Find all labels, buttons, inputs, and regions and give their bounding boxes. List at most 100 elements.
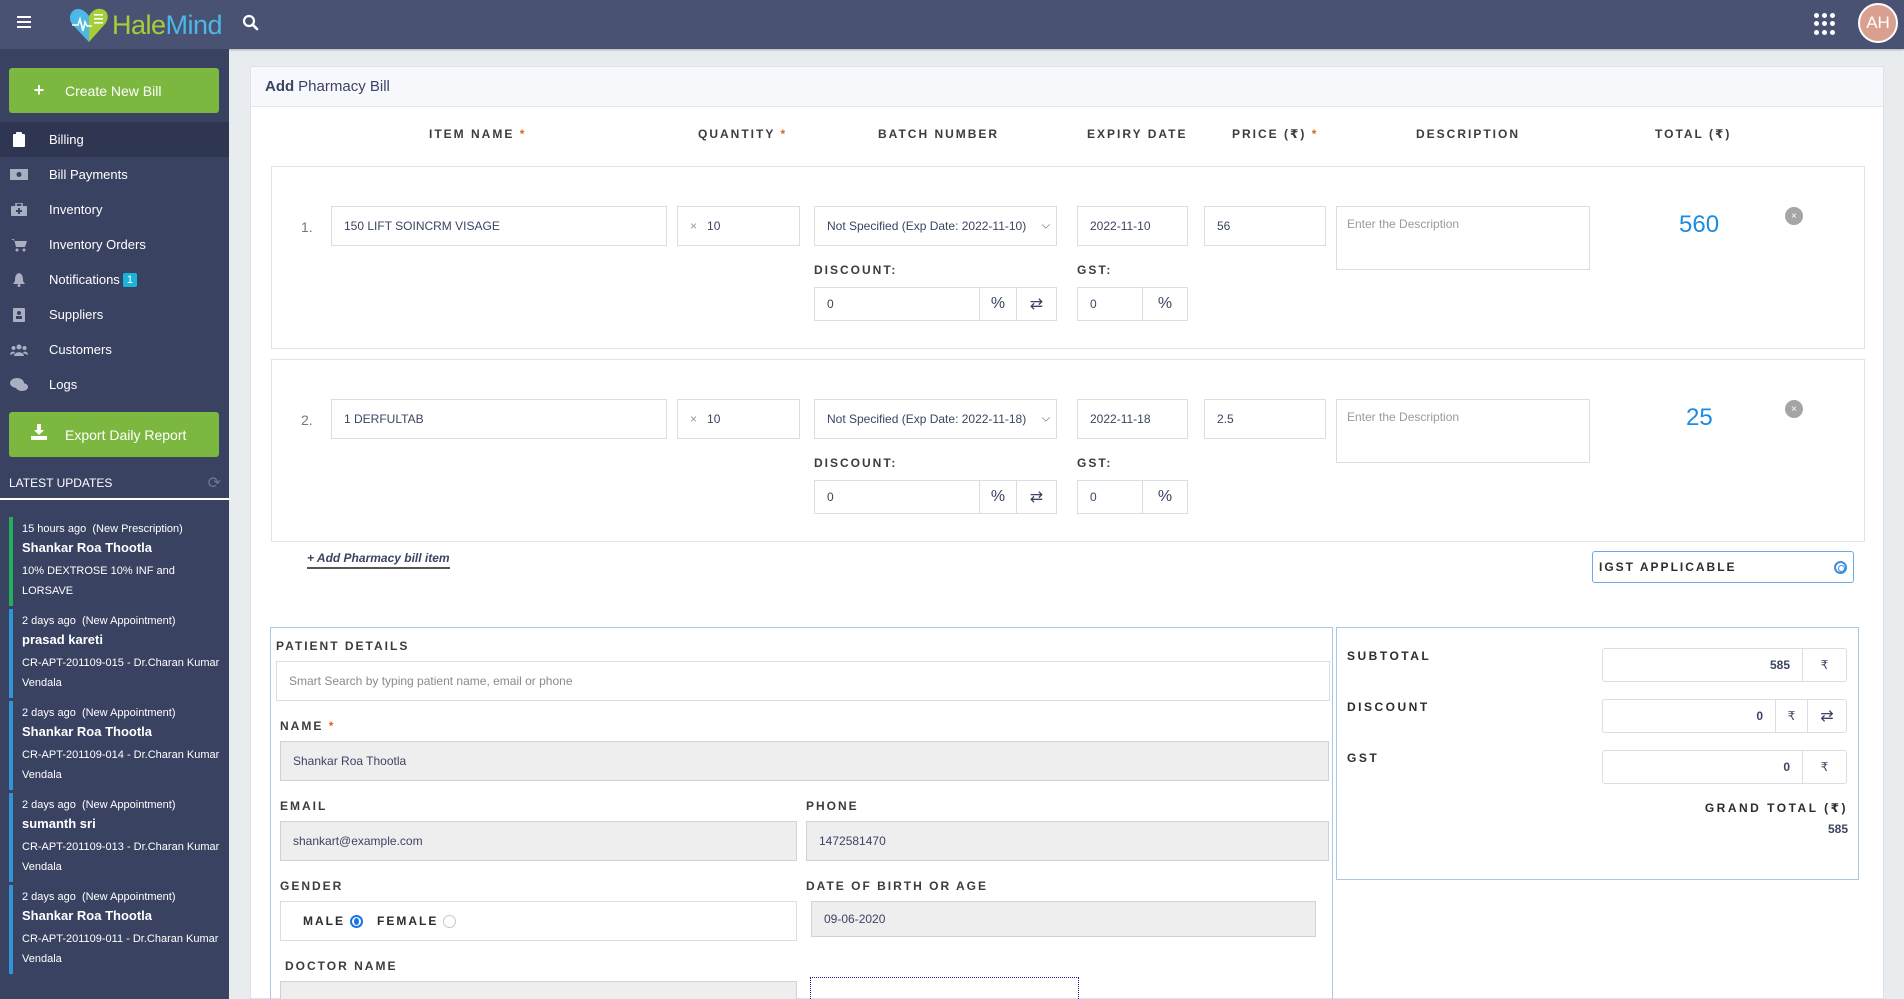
sidebar-item-logs[interactable]: Logs	[0, 367, 229, 402]
swap-icon[interactable]: ⇄	[1016, 480, 1057, 514]
price-input[interactable]: 56	[1204, 206, 1326, 246]
igst-label: IGST APPLICABLE	[1599, 560, 1737, 574]
sidebar-item-inventory[interactable]: Inventory	[0, 192, 229, 227]
swap-icon[interactable]: ⇄	[1016, 287, 1057, 321]
row-number: 2.	[301, 412, 313, 428]
percent-toggle[interactable]: %	[979, 287, 1017, 321]
sidebar-item-notifications[interactable]: Notifications 1	[0, 262, 229, 297]
address-book-icon	[10, 307, 28, 322]
name-label: NAME *	[280, 719, 336, 733]
col-header-total: TOTAL (₹)	[1655, 127, 1732, 141]
email-label: EMAIL	[280, 799, 328, 813]
discount-summary-input[interactable]: 0 ₹ ⇄	[1602, 699, 1847, 733]
update-item[interactable]: 2 days ago (New Appointment) Shankar Roa…	[9, 701, 221, 790]
item-discount-input[interactable]: 0	[814, 287, 980, 321]
sidebar-item-suppliers[interactable]: Suppliers	[0, 297, 229, 332]
logo[interactable]: HaleMind	[68, 4, 223, 46]
price-input[interactable]: 2.5	[1204, 399, 1326, 439]
expiry-date-input[interactable]: 2022-11-10	[1077, 206, 1188, 246]
clipboard-icon	[10, 132, 28, 147]
sidebar: + Create New Bill Billing Bill Payments …	[0, 49, 229, 999]
sidebar-item-label: Inventory Orders	[49, 237, 146, 252]
igst-applicable-toggle[interactable]: IGST APPLICABLE	[1592, 551, 1854, 583]
avatar[interactable]: AH	[1858, 3, 1898, 43]
create-new-bill-button[interactable]: + Create New Bill	[9, 68, 219, 113]
doctor-name-label: DOCTOR NAME	[285, 959, 398, 973]
expiry-date-input[interactable]: 2022-11-18	[1077, 399, 1188, 439]
update-item[interactable]: 2 days ago (New Appointment) sumanth sri…	[9, 793, 221, 882]
update-type: (New Prescription)	[92, 523, 183, 535]
heart-logo-icon	[69, 8, 108, 43]
gender-female-radio[interactable]	[443, 914, 457, 928]
sidebar-item-bill-payments[interactable]: Bill Payments	[0, 157, 229, 192]
percent-toggle[interactable]: %	[979, 480, 1017, 514]
remove-item-button[interactable]: ×	[1785, 400, 1803, 418]
chevron-down-icon: ⌵	[1041, 219, 1050, 232]
download-icon	[29, 424, 49, 445]
col-header-description: DESCRIPTION	[1416, 127, 1521, 141]
update-item[interactable]: 2 days ago (New Appointment) Shankar Roa…	[9, 885, 221, 974]
update-name: sumanth sri	[22, 816, 96, 831]
update-time: 2 days ago	[22, 615, 76, 627]
cart-icon	[10, 238, 28, 252]
email-field[interactable]: shankart@example.com	[280, 821, 797, 861]
hamburger-icon[interactable]	[17, 16, 31, 28]
bill-item-row: 1. 150 LIFT SOINCRM VISAGE × 10 Not Speci…	[271, 166, 1865, 349]
notification-badge: 1	[122, 272, 137, 287]
multiply-icon: ×	[690, 412, 698, 426]
col-header-price: PRICE (₹) *	[1232, 127, 1319, 141]
doctor-name-input[interactable]	[280, 981, 797, 999]
sidebar-item-label: Billing	[49, 132, 84, 147]
gst-percent-addon: %	[1142, 287, 1188, 321]
patient-name-input[interactable]: Shankar Roa Thootla	[280, 741, 1329, 781]
sidebar-nav: Billing Bill Payments Inventory Inventor…	[0, 122, 229, 402]
update-item[interactable]: 15 hours ago (New Prescription) Shankar …	[9, 517, 221, 606]
add-pharmacy-bill-item-link[interactable]: + Add Pharmacy bill item	[307, 551, 450, 569]
sidebar-item-inventory-orders[interactable]: Inventory Orders	[0, 227, 229, 262]
bill-summary-section: SUBTOTAL 585 ₹ DISCOUNT 0 ₹ ⇄ GST 0 ₹ GR…	[1336, 627, 1859, 880]
batch-number-select[interactable]: Not Specified (Exp Date: 2022-11-18) ⌵	[814, 399, 1057, 439]
update-detail: CR-APT-201109-011 - Dr.Charan Kumar Vend…	[22, 933, 219, 965]
description-textarea[interactable]: Enter the Description	[1336, 399, 1590, 463]
sidebar-item-label: Inventory	[49, 202, 103, 217]
dob-input[interactable]: 09-06-2020	[811, 901, 1316, 937]
item-discount-input[interactable]: 0	[814, 480, 980, 514]
grid-icon[interactable]	[1814, 13, 1836, 35]
quantity-input[interactable]: × 10	[677, 399, 800, 439]
remove-item-button[interactable]: ×	[1785, 207, 1803, 225]
refresh-icon[interactable]: ⟳	[208, 473, 221, 493]
item-name-input[interactable]: 1 DERFULTAB	[331, 399, 667, 439]
grand-total-value: 585	[1827, 822, 1848, 836]
batch-number-select[interactable]: Not Specified (Exp Date: 2022-11-10) ⌵	[814, 206, 1057, 246]
update-detail: CR-APT-201109-013 - Dr.Charan Kumar Vend…	[22, 841, 220, 873]
update-item[interactable]: 2 days ago (New Appointment) prasad kare…	[9, 609, 221, 698]
sidebar-item-customers[interactable]: Customers	[0, 332, 229, 367]
export-daily-report-button[interactable]: Export Daily Report	[9, 412, 219, 457]
focused-field[interactable]	[810, 977, 1079, 999]
gender-radio-group: MALE FEMALE	[280, 901, 797, 941]
swap-icon[interactable]: ⇄	[1807, 700, 1846, 732]
logo-text: HaleMind	[112, 9, 223, 40]
patient-search-input[interactable]: Smart Search by typing patient name, ema…	[276, 661, 1330, 701]
gender-male-radio[interactable]	[350, 914, 363, 928]
gender-label: GENDER	[280, 879, 344, 893]
search-icon[interactable]	[242, 14, 260, 32]
top-bar: HaleMind AH	[0, 0, 1904, 49]
quantity-input[interactable]: × 10	[677, 206, 800, 246]
update-time: 15 hours ago	[22, 523, 87, 535]
discount-summary-value: 0	[1756, 709, 1763, 723]
bell-icon	[10, 272, 28, 287]
phone-field[interactable]: 1472581470	[806, 821, 1329, 861]
item-gst-input[interactable]: 0	[1077, 287, 1143, 321]
gst-label: GST:	[1077, 456, 1113, 470]
item-name-input[interactable]: 150 LIFT SOINCRM VISAGE	[331, 206, 667, 246]
update-detail: 10% DEXTROSE 10% INF and LORSAVE	[22, 565, 175, 597]
description-textarea[interactable]: Enter the Description	[1336, 206, 1590, 270]
row-number: 1.	[301, 219, 313, 235]
item-gst-input[interactable]: 0	[1077, 480, 1143, 514]
dob-label: DATE OF BIRTH OR AGE	[806, 879, 988, 893]
sidebar-item-billing[interactable]: Billing	[0, 122, 229, 157]
grand-total-label: GRAND TOTAL (₹)	[1704, 801, 1848, 815]
discount-summary-label: DISCOUNT	[1347, 700, 1430, 714]
subtotal-value: 585	[1769, 658, 1790, 672]
